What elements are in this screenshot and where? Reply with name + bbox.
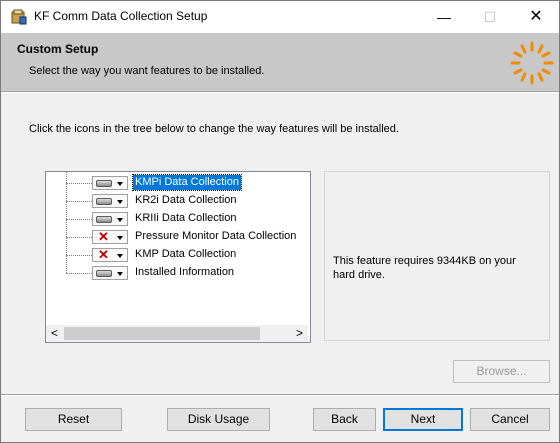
dropdown-arrow-icon (117, 182, 123, 186)
dropdown-arrow-icon (117, 254, 123, 258)
close-button[interactable]: ✕ (513, 1, 559, 33)
setup-window: KF Comm Data Collection Setup — ☐ ✕ Cust… (0, 0, 560, 443)
dropdown-arrow-icon (117, 218, 123, 222)
feature-tree[interactable]: KMPi Data Collection KR2i Data Collectio… (45, 171, 311, 343)
feature-state-dropdown[interactable]: ✕ (92, 247, 128, 262)
feature-state-dropdown[interactable] (92, 194, 128, 208)
hard-drive-icon (96, 180, 112, 187)
feature-label[interactable]: KR2i Data Collection (133, 193, 239, 208)
feature-description-panel: This feature requires 9344KB on your har… (324, 171, 550, 341)
page-subtitle: Select the way you want features to be i… (29, 65, 265, 77)
scroll-left-icon[interactable]: < (46, 325, 63, 342)
tree-item-pressure-monitor[interactable]: ✕ Pressure Monitor Data Collection (46, 228, 308, 246)
feature-label[interactable]: KMPi Data Collection (132, 174, 242, 191)
tree-connector (66, 201, 92, 202)
hard-drive-icon (96, 270, 112, 277)
hard-drive-icon (96, 198, 112, 205)
installer-app-icon (11, 9, 27, 25)
feature-label[interactable]: KMP Data Collection (133, 247, 238, 262)
minimize-button[interactable]: — (421, 1, 467, 33)
tree-item-kr2i[interactable]: KR2i Data Collection (46, 192, 308, 210)
instruction-text: Click the icons in the tree below to cha… (29, 123, 399, 135)
footer-divider (1, 394, 559, 396)
tree-connector (66, 273, 92, 274)
tree-connector (66, 183, 92, 184)
unavailable-x-icon: ✕ (98, 229, 109, 244)
tree-item-installed-info[interactable]: Installed Information (46, 264, 308, 282)
sunburst-logo-icon (510, 41, 554, 85)
dropdown-arrow-icon (117, 200, 123, 204)
tree-item-kmpi[interactable]: KMPi Data Collection (46, 174, 308, 192)
dropdown-arrow-icon (117, 272, 123, 276)
scroll-right-icon[interactable]: > (291, 325, 308, 342)
page-title: Custom Setup (17, 42, 99, 56)
feature-state-dropdown[interactable]: ✕ (92, 229, 128, 244)
title-bar: KF Comm Data Collection Setup — ☐ ✕ (1, 1, 559, 33)
feature-label[interactable]: Pressure Monitor Data Collection (133, 229, 298, 244)
window-title: KF Comm Data Collection Setup (34, 9, 208, 23)
tree-connector (66, 255, 92, 256)
reset-button[interactable]: Reset (25, 408, 122, 431)
feature-description: This feature requires 9344KB on your har… (333, 255, 516, 281)
disk-usage-button[interactable]: Disk Usage (167, 408, 270, 431)
horizontal-scrollbar[interactable]: < > (46, 325, 308, 342)
dropdown-arrow-icon (117, 236, 123, 240)
cancel-button[interactable]: Cancel (470, 408, 550, 431)
feature-state-dropdown[interactable] (92, 266, 128, 280)
tree-connector (66, 219, 92, 220)
unavailable-x-icon: ✕ (98, 247, 109, 262)
feature-state-dropdown[interactable] (92, 212, 128, 226)
header-banner: Custom Setup Select the way you want fea… (1, 33, 559, 92)
feature-label[interactable]: KRIIi Data Collection (133, 211, 239, 226)
hard-drive-icon (96, 216, 112, 223)
back-button[interactable]: Back (313, 408, 376, 431)
feature-label[interactable]: Installed Information (133, 265, 236, 280)
next-button[interactable]: Next (383, 408, 463, 431)
browse-button[interactable]: Browse... (453, 360, 550, 383)
maximize-button[interactable]: ☐ (467, 1, 513, 33)
tree-item-kmp[interactable]: ✕ KMP Data Collection (46, 246, 308, 264)
tree-connector (66, 237, 92, 238)
scrollbar-thumb[interactable] (64, 327, 260, 340)
tree-item-kriii[interactable]: KRIIi Data Collection (46, 210, 308, 228)
banner-divider (1, 92, 559, 93)
feature-state-dropdown[interactable] (92, 176, 128, 190)
